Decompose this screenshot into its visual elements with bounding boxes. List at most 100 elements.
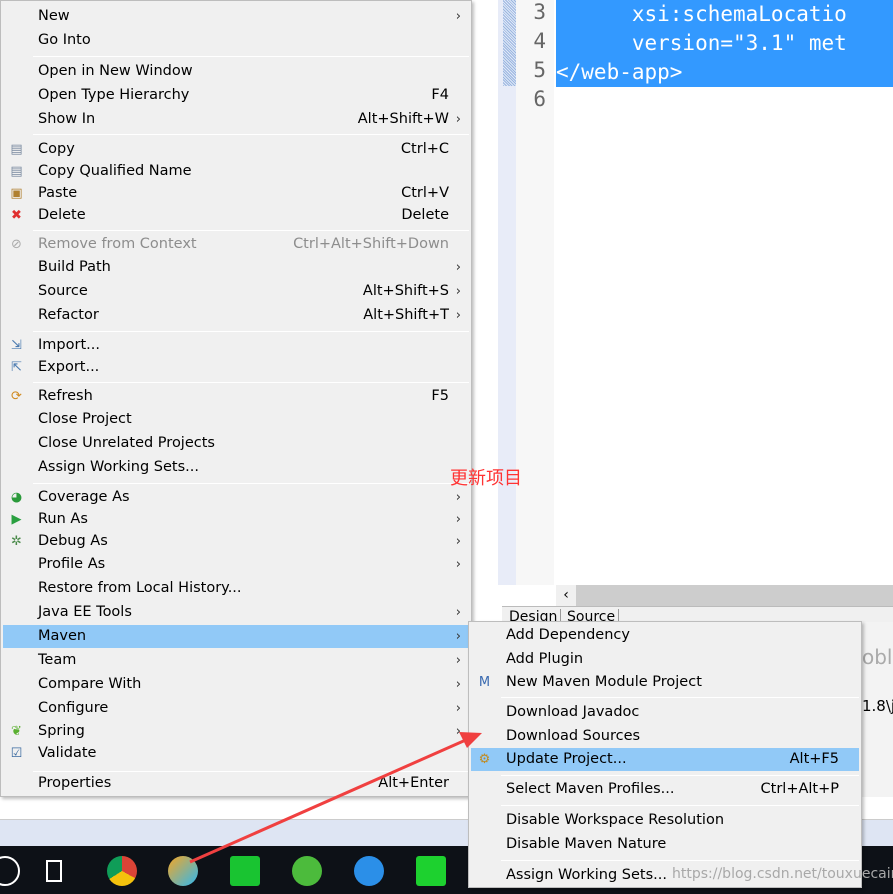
menu-item-team[interactable]: Team › bbox=[3, 649, 469, 672]
menu-item-disable-maven-nature[interactable]: Disable Maven Nature bbox=[471, 833, 859, 856]
green-app-icon[interactable] bbox=[230, 856, 260, 886]
menu-item-configure[interactable]: Configure › bbox=[3, 697, 469, 720]
menu-item-source[interactable]: Source Alt+Shift+S › bbox=[3, 280, 469, 303]
360-browser-icon[interactable] bbox=[292, 856, 322, 886]
coverage-icon: ◕ bbox=[10, 490, 23, 505]
menu-item-shortcut: F5 bbox=[431, 388, 449, 404]
menu-item-close-unrelated-projects[interactable]: Close Unrelated Projects bbox=[3, 432, 469, 455]
menu-item-spring[interactable]: ❦ Spring › bbox=[3, 720, 469, 743]
menu-item-label: Configure bbox=[38, 700, 109, 716]
menu-item-label: Coverage As bbox=[38, 489, 130, 505]
menu-item-label: Copy bbox=[38, 141, 75, 157]
menu-item-label: Debug As bbox=[38, 533, 108, 549]
blue-app-icon[interactable] bbox=[354, 856, 384, 886]
menu-item-label: Delete bbox=[38, 207, 86, 223]
menu-item-maven[interactable]: Maven › bbox=[3, 625, 469, 648]
menu-item-disable-workspace-resolution[interactable]: Disable Workspace Resolution bbox=[471, 809, 859, 832]
chevron-right-icon: › bbox=[455, 677, 461, 692]
menu-separator bbox=[33, 331, 469, 332]
menu-item-copy-qualified-name[interactable]: ▤ Copy Qualified Name bbox=[3, 160, 469, 183]
menu-item-label: Add Dependency bbox=[506, 627, 630, 643]
menu-item-add-dependency[interactable]: Add Dependency bbox=[471, 624, 859, 647]
menu-separator bbox=[33, 56, 469, 57]
menu-item-new-maven-module-project[interactable]: M New Maven Module Project bbox=[471, 671, 859, 694]
validate-icon: ☑ bbox=[10, 746, 23, 761]
menu-item-label: Close Project bbox=[38, 411, 132, 427]
chrome-icon[interactable] bbox=[107, 856, 137, 886]
horizontal-scrollbar[interactable] bbox=[556, 585, 893, 606]
code-line[interactable]: </web-app> bbox=[556, 58, 893, 87]
menu-item-open-type-hierarchy[interactable]: Open Type Hierarchy F4 bbox=[3, 84, 469, 107]
menu-item-profile-as[interactable]: Profile As › bbox=[3, 553, 469, 576]
menu-item-label: Profile As bbox=[38, 556, 106, 572]
menu-item-label: Download Sources bbox=[506, 728, 641, 744]
maven-submenu: Add Dependency Add Plugin M New Maven Modul… bbox=[468, 621, 862, 888]
menu-item-label: Add Plugin bbox=[506, 651, 584, 667]
menu-item-download-sources[interactable]: Download Sources bbox=[471, 725, 859, 748]
menu-item-compare-with[interactable]: Compare With › bbox=[3, 673, 469, 696]
iqiyi-icon[interactable] bbox=[416, 856, 446, 886]
code-line[interactable]: version="3.1" met bbox=[556, 29, 893, 58]
chevron-right-icon: › bbox=[455, 605, 461, 620]
chevron-right-icon: › bbox=[455, 534, 461, 549]
menu-item-label: Restore from Local History... bbox=[38, 580, 242, 596]
menu-item-export[interactable]: ⇱ Export... bbox=[3, 356, 469, 379]
menu-item-add-plugin[interactable]: Add Plugin bbox=[471, 648, 859, 671]
scroll-left-button[interactable]: ‹ bbox=[556, 585, 576, 606]
menu-item-paste[interactable]: ▣ Paste Ctrl+V bbox=[3, 182, 469, 205]
menu-item-import[interactable]: ⇲ Import... bbox=[3, 334, 469, 357]
copy-icon: ▤ bbox=[10, 142, 23, 157]
line-number: 3 bbox=[533, 0, 546, 24]
menu-item-label: Open in New Window bbox=[38, 63, 193, 79]
menu-item-debug-as[interactable]: ✲ Debug As › bbox=[3, 530, 469, 553]
chevron-right-icon: › bbox=[455, 512, 461, 527]
menu-item-restore-from-local-history[interactable]: Restore from Local History... bbox=[3, 577, 469, 600]
menu-item-label: Show In bbox=[38, 111, 96, 127]
debug-icon: ✲ bbox=[11, 534, 22, 549]
tencent-video-icon[interactable] bbox=[168, 856, 198, 886]
menu-item-update-project[interactable]: ⚙ Update Project... Alt+F5 bbox=[471, 748, 859, 771]
menu-item-open-in-new-window[interactable]: Open in New Window bbox=[3, 60, 469, 83]
delete-icon: ✖ bbox=[11, 208, 22, 223]
code-editor[interactable] bbox=[498, 0, 893, 585]
menu-item-new[interactable]: New › bbox=[3, 5, 469, 28]
menu-item-shortcut: F4 bbox=[431, 87, 449, 103]
menu-item-label: New bbox=[38, 8, 70, 24]
menu-item-label: Go Into bbox=[38, 32, 91, 48]
menu-item-coverage-as[interactable]: ◕ Coverage As › bbox=[3, 486, 469, 509]
menu-item-label: Run As bbox=[38, 511, 88, 527]
menu-item-label: Select Maven Profiles... bbox=[506, 781, 675, 797]
menu-item-label: Assign Working Sets... bbox=[506, 867, 668, 883]
menu-item-select-maven-profiles[interactable]: Select Maven Profiles... Ctrl+Alt+P bbox=[471, 778, 859, 801]
menu-item-delete[interactable]: ✖ Delete Delete bbox=[3, 204, 469, 227]
menu-item-show-in[interactable]: Show In Alt+Shift+W › bbox=[3, 108, 469, 131]
maven-module-icon: M bbox=[478, 675, 491, 690]
menu-item-label: Maven bbox=[38, 628, 87, 644]
chevron-right-icon: › bbox=[455, 724, 461, 739]
menu-item-go-into[interactable]: Go Into bbox=[3, 29, 469, 52]
menu-item-label: Spring bbox=[38, 723, 85, 739]
menu-item-label: Import... bbox=[38, 337, 100, 353]
menu-item-refactor[interactable]: Refactor Alt+Shift+T › bbox=[3, 304, 469, 327]
menu-separator bbox=[501, 805, 859, 806]
menu-item-java-ee-tools[interactable]: Java EE Tools › bbox=[3, 601, 469, 624]
menu-item-label: Close Unrelated Projects bbox=[38, 435, 215, 451]
menu-item-close-project[interactable]: Close Project bbox=[3, 408, 469, 431]
menu-item-validate[interactable]: ☑ Validate bbox=[3, 742, 469, 765]
menu-item-run-as[interactable]: ▶ Run As › bbox=[3, 508, 469, 531]
task-view-icon[interactable] bbox=[46, 860, 62, 882]
code-line[interactable]: xsi:schemaLocatio bbox=[556, 0, 893, 29]
menu-item-build-path[interactable]: Build Path › bbox=[3, 256, 469, 279]
menu-item-refresh[interactable]: ⟳ Refresh F5 bbox=[3, 385, 469, 408]
menu-item-assign-working-sets[interactable]: Assign Working Sets... bbox=[3, 456, 469, 479]
menu-item-download-javadoc[interactable]: Download Javadoc bbox=[471, 701, 859, 724]
problems-tab-label[interactable]: oble bbox=[862, 645, 893, 669]
remove-context-icon: ⊘ bbox=[11, 237, 22, 252]
menu-item-copy[interactable]: ▤ Copy Ctrl+C bbox=[3, 138, 469, 161]
menu-separator bbox=[501, 860, 859, 861]
chevron-right-icon: › bbox=[455, 9, 461, 24]
menu-item-properties[interactable]: Properties Alt+Enter bbox=[3, 772, 469, 795]
menu-item-label: Java EE Tools bbox=[38, 604, 132, 620]
chevron-right-icon: › bbox=[455, 629, 461, 644]
copy-qualified-icon: ▤ bbox=[10, 164, 23, 179]
